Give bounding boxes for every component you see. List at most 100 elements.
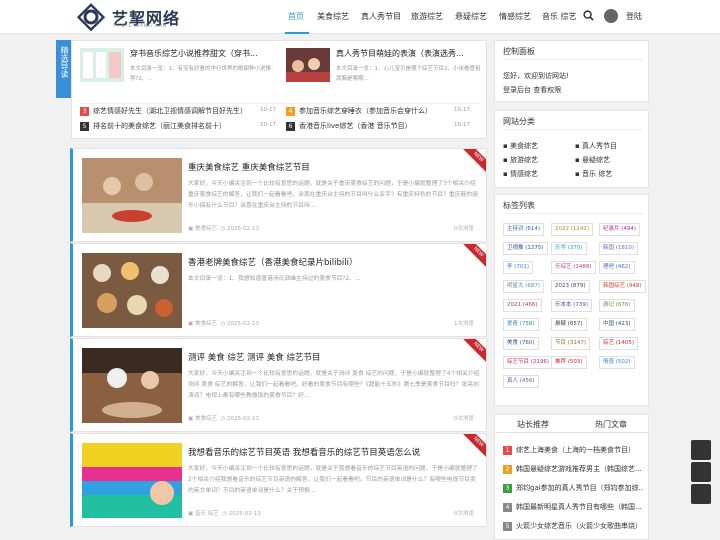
wechat-icon[interactable] xyxy=(691,462,711,482)
category-label[interactable]: 美食综艺 xyxy=(510,142,538,150)
tag-item[interactable]: 综艺节目 (2196) xyxy=(503,356,554,369)
tag-label[interactable]: 悬疑 xyxy=(555,321,566,327)
article-card[interactable]: 测评 美食 综艺 测评 美食 综艺节目 大家好，今天小编关注到一个比较有意思的话… xyxy=(70,338,487,432)
hot-list-item[interactable]: 5 排名前十的美食综艺（丽江美食排名前十） 10-17 xyxy=(80,121,276,133)
user-avatar-icon[interactable] xyxy=(604,9,618,23)
tag-item[interactable]: 明星大 (687) xyxy=(503,280,545,293)
nav-mystery[interactable]: 悬疑综艺 xyxy=(455,11,487,22)
search-icon[interactable] xyxy=(583,10,594,21)
nav-home[interactable]: 首页 xyxy=(288,11,304,22)
tag-label[interactable]: 李 xyxy=(507,264,513,270)
category-label[interactable]: 真人秀节目 xyxy=(582,142,617,150)
category-link[interactable]: ▪ 音乐 综艺 xyxy=(575,169,612,179)
article-category[interactable]: 音乐 综艺 xyxy=(195,511,219,517)
tag-item[interactable]: 理吧 (462) xyxy=(599,261,635,274)
tag-label[interactable]: 中国 xyxy=(603,321,614,327)
tag-label[interactable]: 韩国 xyxy=(603,245,614,251)
tag-item[interactable]: 爱奇 (758) xyxy=(503,318,539,331)
article-title[interactable]: 香港老牌美食综艺（香港美食纪录片bilibili） xyxy=(188,256,357,268)
tag-item[interactable]: 乐华 (370) xyxy=(551,242,587,255)
tag-label[interactable]: 2022 xyxy=(555,226,569,232)
admin-links[interactable]: 登录后台 查看权限 xyxy=(503,85,561,95)
hot-title[interactable]: 参加音乐综艺穿睡衣（参加音乐会穿什么） xyxy=(299,107,432,115)
tag-label[interactable]: 乐华 xyxy=(555,245,566,251)
article-category[interactable]: 美食综艺 xyxy=(195,226,217,232)
tag-item[interactable]: 2021 (466) xyxy=(503,299,542,312)
tag-item[interactable]: 卫视推 (1275) xyxy=(503,242,548,255)
tag-label[interactable]: 美食 xyxy=(507,340,518,346)
tag-item[interactable]: 乐本本 (739) xyxy=(551,299,593,312)
notification-icon[interactable] xyxy=(691,440,711,460)
login-link[interactable]: 登陆 xyxy=(626,11,642,22)
tag-item[interactable]: 节目 (3147) xyxy=(551,337,591,350)
tag-label[interactable]: 2021 xyxy=(507,302,521,308)
tag-label[interactable]: 综艺节目 xyxy=(507,359,529,365)
tab-hot[interactable]: 热门文章 xyxy=(595,419,627,430)
tag-item[interactable]: 主持对 (614) xyxy=(503,223,545,236)
tag-label[interactable]: 理吧 xyxy=(603,264,614,270)
recommend-item[interactable]: 5 火箭少女综艺音乐（火箭少女歌曲串烧） xyxy=(503,521,643,531)
tag-label[interactable]: 推荐 xyxy=(555,359,566,365)
nav-music[interactable]: 音乐 综艺 xyxy=(542,11,577,22)
tag-item[interactable]: 综艺 (1405) xyxy=(599,337,639,350)
recommend-title[interactable]: 郑钧gai参加的真人秀节目（郑钧参加综... xyxy=(516,484,643,492)
logo-icon[interactable] xyxy=(76,2,106,32)
category-link[interactable]: ▪ 真人秀节目 xyxy=(575,141,617,151)
category-label[interactable]: 音乐 综艺 xyxy=(582,170,612,178)
hot-title[interactable]: 香港音乐live综艺（香港 音乐节目） xyxy=(299,122,412,130)
recommend-title[interactable]: 火箭少女综艺音乐（火箭少女歌曲串烧） xyxy=(516,522,642,530)
featured-title[interactable]: 真人秀节目萌娃的表演（表演选秀... xyxy=(336,48,486,59)
tag-label[interactable]: 乐本本 xyxy=(555,302,572,308)
category-link[interactable]: ▪ 美食综艺 xyxy=(503,141,538,151)
article-thumb[interactable] xyxy=(82,158,182,233)
tag-item[interactable]: 韩国 (1810) xyxy=(599,242,639,255)
recommend-item[interactable]: 3 郑钧gai参加的真人秀节目（郑钧参加综... xyxy=(503,483,643,493)
recommend-item[interactable]: 4 韩国最新明星真人秀节目有哪些（韩国... xyxy=(503,502,643,512)
tag-label[interactable]: 明星大 xyxy=(507,283,524,289)
article-category[interactable]: 美食综艺 xyxy=(195,416,217,422)
recommend-title[interactable]: 韩国最新明星真人秀节目有哪些（韩国... xyxy=(516,503,642,511)
tag-label[interactable]: 卫视推 xyxy=(507,245,524,251)
tag-label[interactable]: 韩国综艺 xyxy=(603,283,625,289)
tag-item[interactable]: 韩国综艺 (948) xyxy=(599,280,646,293)
tag-label[interactable]: 真人 xyxy=(507,378,518,384)
article-category[interactable]: 美食综艺 xyxy=(195,321,217,327)
hot-title[interactable]: 排名前十的美食综艺（丽江美食排名前十） xyxy=(93,122,226,130)
tag-item[interactable]: 情感 (502) xyxy=(599,356,635,369)
hot-list-item[interactable]: 4 参加音乐综艺穿睡衣（参加音乐会穿什么） 10-17 xyxy=(286,106,470,118)
tag-item[interactable]: 乐综艺 (1488) xyxy=(551,261,596,274)
tag-item[interactable]: 李 (701) xyxy=(503,261,534,274)
tag-label[interactable]: 主持对 xyxy=(507,226,524,232)
hot-list-item[interactable]: 3 综艺情感好先生（湖北卫视情感调解节目好先生） 10-17 xyxy=(80,106,276,118)
article-card[interactable]: 我想看音乐的综艺节目英语 我想看音乐的综艺节目英语怎么说 大家好，今天小编关注到… xyxy=(70,433,487,527)
article-title[interactable]: 我想看音乐的综艺节目英语 我想看音乐的综艺节目英语怎么说 xyxy=(188,446,420,458)
tag-item[interactable]: 游记 (676) xyxy=(599,299,635,312)
category-link[interactable]: ▪ 情感综艺 xyxy=(503,169,538,179)
recommend-title[interactable]: 综艺上海美食（上海的一档美食节目） xyxy=(516,446,635,454)
tag-item[interactable]: 纪录片 (494) xyxy=(599,223,641,236)
hot-title[interactable]: 综艺情感好先生（湖北卫视情感调解节目好先生） xyxy=(93,107,247,115)
recommend-item[interactable]: 2 韩国悬疑综艺游戏推荐男主（韩国综艺... xyxy=(503,464,643,474)
recommend-item[interactable]: 1 综艺上海美食（上海的一档美食节目） xyxy=(503,445,643,455)
article-card[interactable]: 香港老牌美食综艺（香港美食纪录片bilibili） 本文目录一览：1、我想知道香… xyxy=(70,243,487,337)
category-label[interactable]: 情感综艺 xyxy=(510,170,538,178)
category-label[interactable]: 悬疑综艺 xyxy=(582,156,610,164)
article-title[interactable]: 测评 美食 综艺 测评 美食 综艺节目 xyxy=(188,351,321,363)
tag-label[interactable]: 游记 xyxy=(603,302,614,308)
hot-list-item[interactable]: 6 香港音乐live综艺（香港 音乐节目） 10-17 xyxy=(286,121,470,133)
category-label[interactable]: 旅游综艺 xyxy=(510,156,538,164)
tag-label[interactable]: 节目 xyxy=(555,340,566,346)
tag-label[interactable]: 纪录片 xyxy=(603,226,620,232)
nav-travel[interactable]: 旅游综艺 xyxy=(411,11,443,22)
nav-food[interactable]: 美食综艺 xyxy=(317,11,349,22)
tag-label[interactable]: 2023 xyxy=(555,283,569,289)
nav-reality[interactable]: 真人秀节目 xyxy=(361,11,401,22)
article-title[interactable]: 重庆美食综艺 重庆美食综艺节目 xyxy=(188,161,310,173)
article-thumb[interactable] xyxy=(82,443,182,518)
nav-emotion[interactable]: 情感综艺 xyxy=(499,11,531,22)
tag-item[interactable]: 美食 (760) xyxy=(503,337,539,350)
tag-item[interactable]: 中国 (423) xyxy=(599,318,635,331)
article-thumb[interactable] xyxy=(82,348,182,423)
recommend-title[interactable]: 韩国悬疑综艺游戏推荐男主（韩国综艺... xyxy=(516,465,642,473)
tag-label[interactable]: 爱奇 xyxy=(507,321,518,327)
